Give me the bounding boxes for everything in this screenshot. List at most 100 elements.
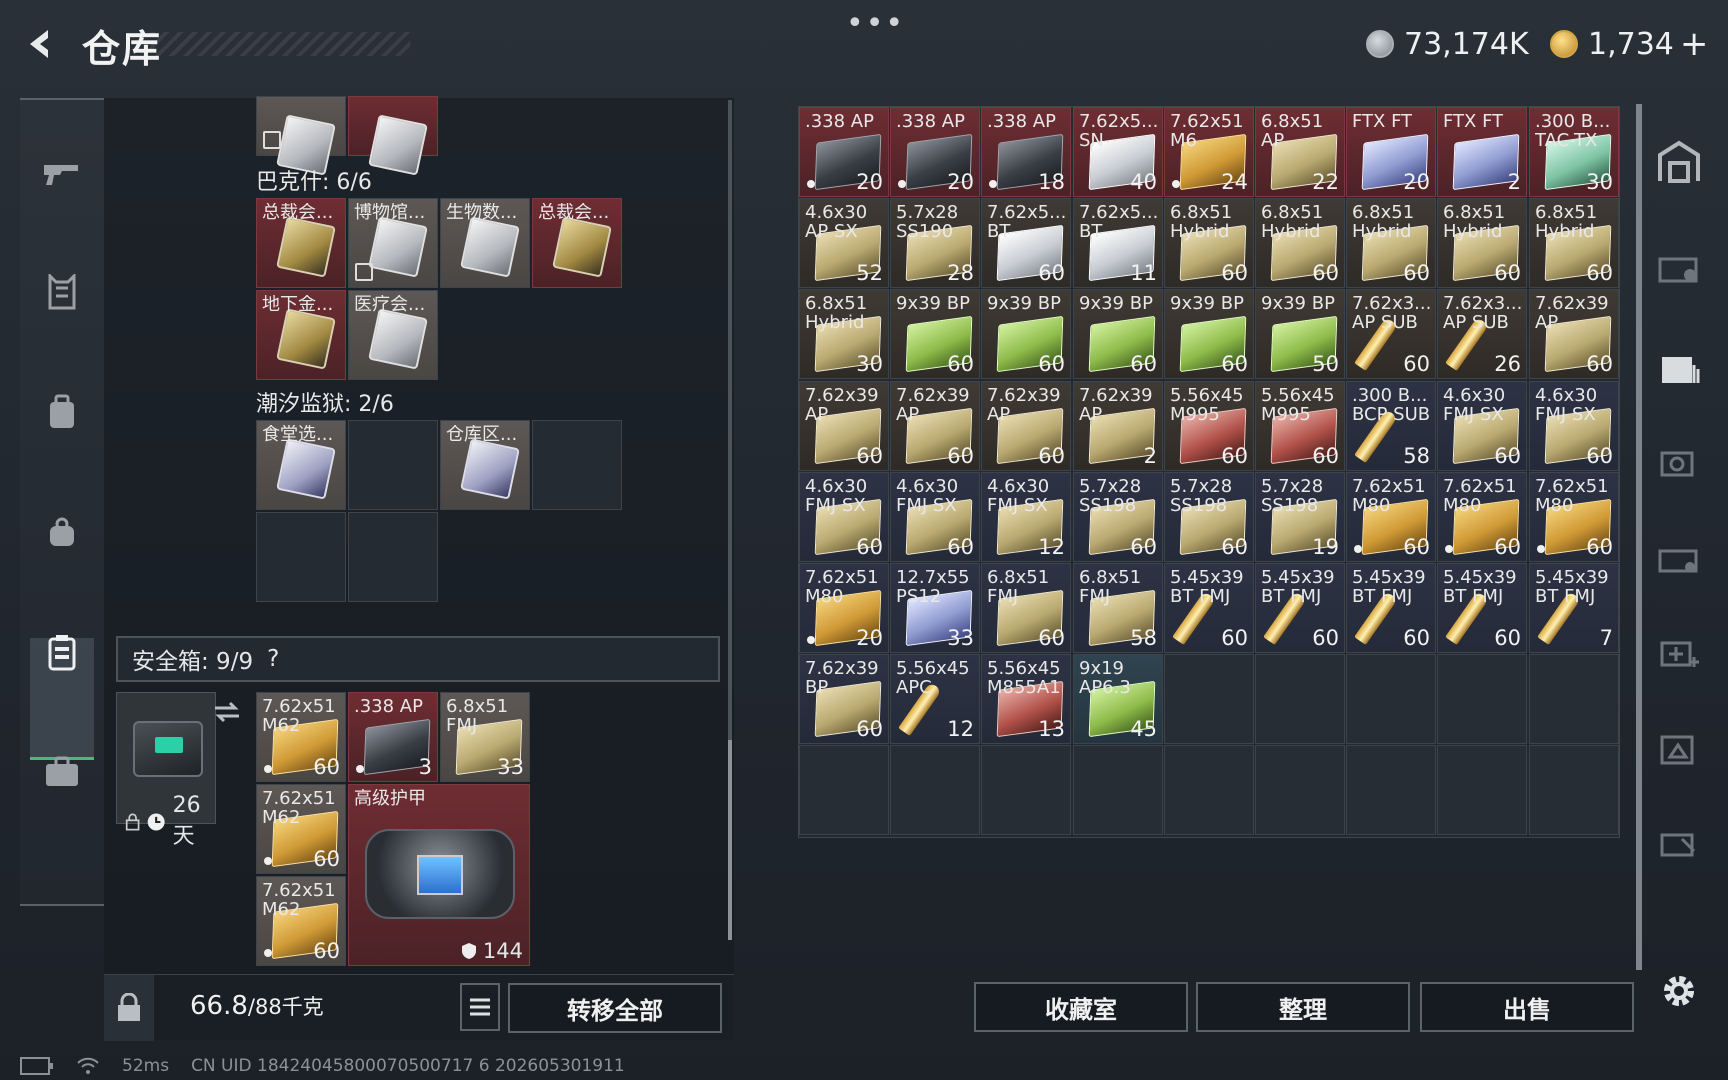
keycard-slot[interactable]: [256, 96, 346, 176]
stash-tab-gti-1-icon[interactable]: [1654, 240, 1704, 290]
list-view-button[interactable]: [460, 983, 500, 1031]
stash-item[interactable]: FTX FT 20: [1346, 107, 1436, 197]
stash-tab-iv-2-icon[interactable]: [1654, 532, 1704, 582]
loadout-scroll-thumb[interactable]: [728, 740, 732, 940]
ammo-slot[interactable]: 7.62x51 M62 60: [256, 876, 346, 966]
stash-item[interactable]: 7.62x39 AP 60: [1529, 289, 1619, 379]
empty-slot[interactable]: [1164, 745, 1254, 835]
loadout-scrollbar[interactable]: [728, 100, 732, 940]
empty-slot[interactable]: [1255, 745, 1345, 835]
stash-item[interactable]: 4.6x30 FMJ SX 60: [1437, 381, 1527, 471]
empty-slot[interactable]: [890, 745, 980, 835]
stash-item[interactable]: 5.7x28 SS198 19: [1255, 472, 1345, 562]
keycard-slot[interactable]: 食堂选...: [256, 420, 346, 510]
empty-slot[interactable]: [348, 512, 438, 602]
empty-slot[interactable]: [799, 745, 889, 835]
sell-button[interactable]: 出售: [1420, 982, 1634, 1032]
stash-item[interactable]: 7.62x5... BT 60: [981, 198, 1071, 288]
stash-item[interactable]: 7.62x5... SN 40: [1073, 107, 1163, 197]
stash-item[interactable]: 5.7x28 SS198 60: [1073, 472, 1163, 562]
keycard-slot[interactable]: 医疗会...: [348, 290, 438, 380]
stash-item[interactable]: 4.6x30 AP SX 52: [799, 198, 889, 288]
empty-slot[interactable]: [1529, 654, 1619, 744]
stash-tab-iv-4-icon[interactable]: [1654, 816, 1704, 866]
stash-item[interactable]: 7.62x51 M80 60: [1529, 472, 1619, 562]
stash-item[interactable]: FTX FT 2: [1437, 107, 1527, 197]
stash-item[interactable]: 5.7x28 SS198 60: [1164, 472, 1254, 562]
empty-slot[interactable]: [1073, 745, 1163, 835]
empty-slot[interactable]: [348, 420, 438, 510]
transfer-all-button[interactable]: 转移全部: [508, 983, 722, 1033]
more-menu-icon[interactable]: •••: [846, 6, 905, 41]
stash-item[interactable]: 9x19 AP6.3 45: [1073, 654, 1163, 744]
stash-item[interactable]: 6.8x51 Hybrid 60: [1346, 198, 1436, 288]
stash-item[interactable]: .300 B... BCP SUB 58: [1346, 381, 1436, 471]
empty-slot[interactable]: [1164, 654, 1254, 744]
stash-item[interactable]: 4.6x30 FMJ SX 60: [1529, 381, 1619, 471]
empty-slot[interactable]: [256, 512, 346, 602]
currency-premium[interactable]: 1,734 +: [1550, 24, 1708, 64]
stash-item[interactable]: 4.6x30 FMJ SX 60: [799, 472, 889, 562]
backpack-icon[interactable]: [42, 392, 82, 432]
ammo-slot[interactable]: .338 AP 3: [348, 692, 438, 782]
stash-item[interactable]: 5.56x45 M855A1 13: [981, 654, 1071, 744]
back-button[interactable]: [18, 22, 62, 66]
empty-slot[interactable]: [1346, 654, 1436, 744]
stash-item[interactable]: 7.62x39 BP 60: [799, 654, 889, 744]
keycard-slot[interactable]: 博物馆...: [348, 198, 438, 288]
swap-icon[interactable]: [213, 701, 241, 723]
empty-slot[interactable]: [532, 420, 622, 510]
stash-tab-v-icon[interactable]: [1654, 436, 1704, 486]
stash-item[interactable]: 6.8x51 Hybrid 60: [1164, 198, 1254, 288]
stash-tab-iv-3-icon[interactable]: [1654, 626, 1704, 676]
stash-item[interactable]: .338 AP 20: [890, 107, 980, 197]
empty-slot[interactable]: [1437, 654, 1527, 744]
stash-item[interactable]: 9x39 BP 60: [1164, 289, 1254, 379]
stash-home-icon[interactable]: [1654, 136, 1704, 186]
stash-item[interactable]: 5.7x28 SS190 28: [890, 198, 980, 288]
ammo-slot[interactable]: 7.62x51 M62 60: [256, 784, 346, 874]
keycard-slot[interactable]: 仓库区...: [440, 420, 530, 510]
stash-item[interactable]: 5.45x39 BT FMJ 60: [1437, 563, 1527, 653]
stash-item[interactable]: 4.6x30 FMJ SX 12: [981, 472, 1071, 562]
stash-item[interactable]: 7.62x51 M6 24: [1164, 107, 1254, 197]
weight-lock-icon[interactable]: [104, 975, 154, 1041]
empty-slot[interactable]: [1255, 654, 1345, 744]
stash-item[interactable]: .338 AP 20: [799, 107, 889, 197]
empty-slot[interactable]: [1437, 745, 1527, 835]
stash-tab-iv-1-icon[interactable]: [1654, 342, 1704, 392]
add-currency-button[interactable]: +: [1680, 24, 1709, 64]
stash-item[interactable]: 6.8x51 Hybrid 60: [1529, 198, 1619, 288]
stash-item[interactable]: 9x39 BP 50: [1255, 289, 1345, 379]
stash-item[interactable]: 7.62x51 M80 20: [799, 563, 889, 653]
stash-tab-gti-2-icon[interactable]: [1654, 722, 1704, 772]
keycard-slot[interactable]: 生物数...: [440, 198, 530, 288]
stash-item[interactable]: 9x39 BP 60: [981, 289, 1071, 379]
stash-item[interactable]: 7.62x39 AP 60: [799, 381, 889, 471]
stash-item[interactable]: 5.45x39 BT FMJ 7: [1529, 563, 1619, 653]
keycard-slot[interactable]: [348, 96, 438, 176]
stash-item[interactable]: 6.8x51 Hybrid 60: [1437, 198, 1527, 288]
stash-item[interactable]: 5.45x39 BT FMJ 60: [1164, 563, 1254, 653]
stash-item[interactable]: 5.56x45 M995 60: [1255, 381, 1345, 471]
stash-item[interactable]: 12.7x55 PS12 33: [890, 563, 980, 653]
stash-item[interactable]: 4.6x30 FMJ SX 60: [890, 472, 980, 562]
stash-item[interactable]: 5.45x39 BT FMJ 60: [1346, 563, 1436, 653]
safe-case-icon[interactable]: [42, 632, 82, 672]
safe-box-container[interactable]: 26天: [116, 692, 239, 849]
weapon-icon[interactable]: [42, 152, 82, 192]
stash-item[interactable]: 7.62x39 AP 60: [981, 381, 1071, 471]
keycard-slot[interactable]: 地下金...: [256, 290, 346, 380]
ammo-slot[interactable]: 6.8x51 FMJ 33: [440, 692, 530, 782]
help-icon[interactable]: ?: [267, 646, 279, 672]
empty-slot[interactable]: [981, 745, 1071, 835]
stash-item[interactable]: 6.8x51 Hybrid 60: [1255, 198, 1345, 288]
stash-item[interactable]: 6.8x51 FMJ 60: [981, 563, 1071, 653]
empty-slot[interactable]: [1346, 745, 1436, 835]
ammo-slot[interactable]: 7.62x51 M62 60: [256, 692, 346, 782]
stash-scrollbar[interactable]: [1636, 104, 1642, 970]
armor-bag-item[interactable]: 高级护甲 144: [348, 784, 530, 966]
stash-item[interactable]: 5.56x45 APC 12: [890, 654, 980, 744]
stash-item[interactable]: .338 AP 18: [981, 107, 1071, 197]
empty-slot[interactable]: [1529, 745, 1619, 835]
